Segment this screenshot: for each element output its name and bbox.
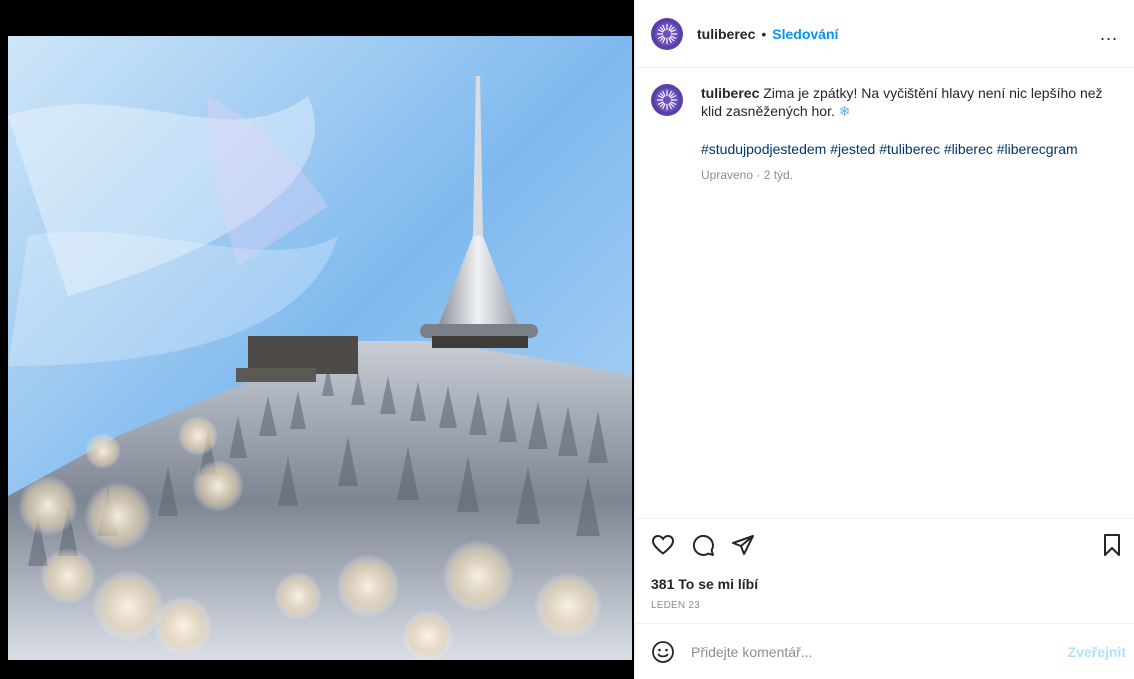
avatar-logo-icon <box>655 88 679 112</box>
header-username[interactable]: tuliberec <box>697 26 755 42</box>
emoji-icon[interactable] <box>651 640 675 664</box>
caption-username[interactable]: tuliberec <box>701 85 759 101</box>
more-options-icon[interactable]: ... <box>1100 25 1118 43</box>
post-side-panel: tuliberec • Sledování ... tuliberec Zima… <box>634 0 1134 679</box>
post-header: tuliberec • Sledování ... <box>635 0 1134 68</box>
hashtags: #studujpodjestedem #jested #tuliberec #l… <box>701 140 1118 158</box>
hashtag-link[interactable]: #jested <box>830 141 875 157</box>
post-photo[interactable] <box>8 36 632 660</box>
caption: tuliberec Zima je zpátky! Na vyčištění h… <box>635 68 1134 184</box>
avatar[interactable] <box>651 17 683 50</box>
comment-form: Zveřejnit <box>635 623 1134 679</box>
bookmark-icon[interactable] <box>1100 533 1124 557</box>
hashtag-link[interactable]: #tuliberec <box>879 141 940 157</box>
share-icon[interactable] <box>731 533 755 557</box>
hashtag-link[interactable]: #studujpodjestedem <box>701 141 826 157</box>
caption-text-line: tuliberec Zima je zpátky! Na vyčištění h… <box>701 84 1118 120</box>
hashtag-link[interactable]: #liberec <box>944 141 993 157</box>
caption-text: Zima je zpátky! Na vyčištění hlavy není … <box>701 85 1103 119</box>
follow-button[interactable]: Sledování <box>772 26 838 42</box>
caption-avatar[interactable] <box>651 84 683 116</box>
action-bar <box>635 518 1134 570</box>
avatar-logo-icon <box>655 21 679 46</box>
heart-icon[interactable] <box>651 533 675 557</box>
snowflake-icon: ❄ <box>838 103 851 119</box>
likes-count[interactable]: 381 To se mi líbí <box>635 570 1134 592</box>
post-media <box>0 0 634 679</box>
header-separator: • <box>761 25 767 42</box>
hashtag-link[interactable]: #liberecgram <box>997 141 1078 157</box>
post-date: LEDEN 23 <box>651 600 700 611</box>
caption-body: tuliberec Zima je zpátky! Na vyčištění h… <box>701 84 1118 184</box>
post-footer: 381 To se mi líbí LEDEN 23 Zveřejnit <box>635 518 1134 679</box>
edited-timestamp: Upraveno · 2 týd. <box>701 168 794 182</box>
comment-icon[interactable] <box>691 533 715 557</box>
instagram-post: tuliberec • Sledování ... tuliberec Zima… <box>0 0 1134 679</box>
comment-input[interactable] <box>689 642 1068 661</box>
publish-button[interactable]: Zveřejnit <box>1068 644 1126 660</box>
